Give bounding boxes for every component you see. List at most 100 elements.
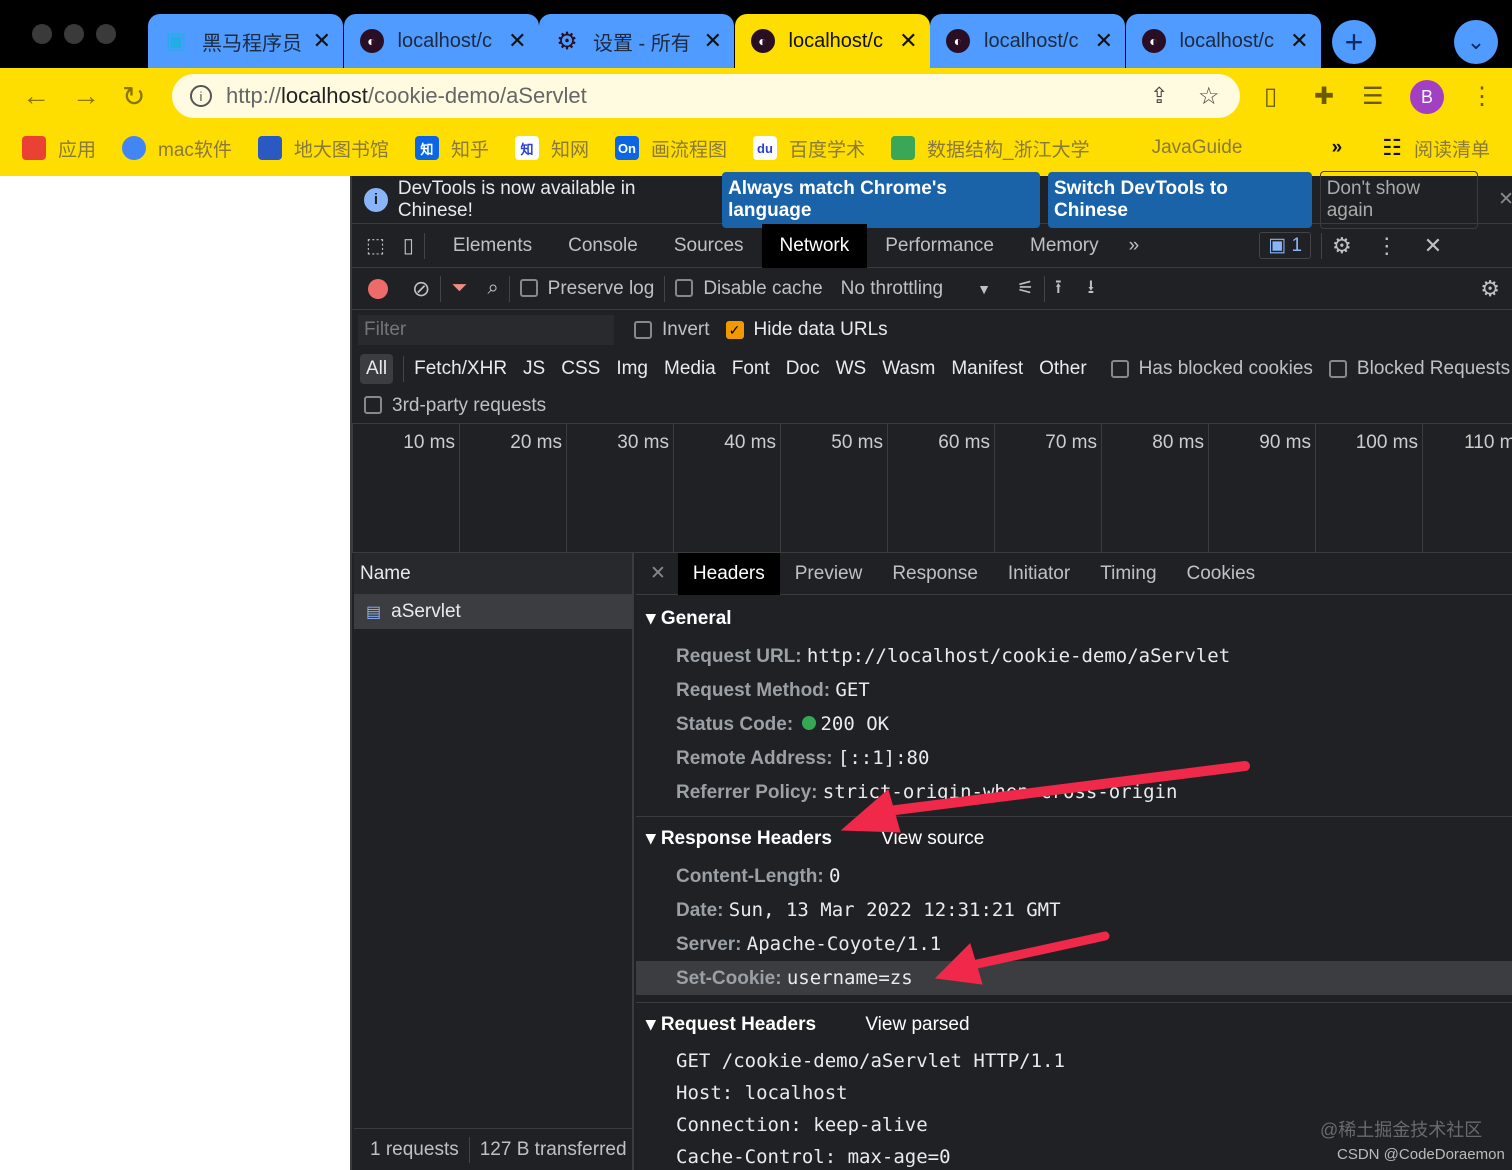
tab-search-button[interactable]: ⌄	[1454, 20, 1498, 64]
browser-tab[interactable]: ◐ localhost/c ✕	[734, 14, 930, 68]
filter-input[interactable]	[358, 315, 614, 345]
detail-tab-initiator[interactable]: Initiator	[993, 553, 1085, 595]
panel-tab-memory[interactable]: Memory	[1012, 224, 1117, 268]
type-filter[interactable]: Font	[732, 358, 770, 380]
reading-list-button[interactable]: ☷ 阅读清单	[1382, 135, 1490, 162]
type-filter[interactable]: Wasm	[882, 358, 935, 380]
bookmark-item[interactable]: 知知网	[514, 135, 589, 162]
third-party-checkbox[interactable]: 3rd-party requests	[364, 395, 546, 417]
forward-icon[interactable]: →	[72, 80, 100, 112]
header-value[interactable]: Sun, 13 Mar 2022 12:31:21 GMT	[729, 899, 1061, 921]
search-icon[interactable]: ⌕	[487, 277, 498, 300]
type-filter[interactable]: Doc	[786, 358, 820, 380]
import-har-icon[interactable]: ⭱	[1055, 273, 1062, 305]
address-bar[interactable]: i http://localhost/cookie-demo/aServlet …	[172, 74, 1240, 118]
hide-data-urls-checkbox[interactable]: ✓ Hide data URLs	[725, 319, 888, 341]
network-conditions-icon[interactable]: ⚟	[1017, 277, 1034, 300]
type-filter[interactable]: Media	[664, 358, 716, 380]
bookmark-item[interactable]: 应用	[22, 135, 96, 162]
bookmark-item[interactable]: du 百度学术	[752, 135, 865, 162]
site-info-icon[interactable]: i	[190, 85, 212, 107]
close-tab-icon[interactable]: ✕	[1095, 28, 1113, 54]
export-har-icon[interactable]: ⭳	[1088, 273, 1095, 305]
disable-cache-checkbox[interactable]: Disable cache	[675, 278, 823, 300]
close-devtools-icon[interactable]: ✕	[1424, 233, 1442, 259]
name-column-header[interactable]: Name	[354, 553, 632, 595]
bookmark-star-icon[interactable]: ☆	[1198, 82, 1220, 111]
panel-tab-console[interactable]: Console	[550, 224, 656, 268]
response-headers-section-header[interactable]: ▾ Response Headers View source	[636, 827, 1512, 850]
menu-kebab-icon[interactable]: ⋮	[1470, 82, 1494, 111]
match-language-button[interactable]: Always match Chrome's language	[722, 171, 1040, 228]
bookmark-item[interactable]: On 画流程图	[614, 135, 727, 162]
detail-tab-headers[interactable]: Headers	[677, 552, 780, 595]
back-icon[interactable]: ←	[22, 80, 50, 112]
panel-tab-performance[interactable]: Performance	[867, 224, 1012, 268]
general-section-header[interactable]: ▾ General	[636, 607, 1512, 630]
type-filter[interactable]: All	[360, 354, 394, 384]
header-value[interactable]: GET	[835, 679, 869, 701]
profile-avatar[interactable]: B	[1410, 80, 1444, 114]
close-window-button[interactable]	[32, 24, 52, 44]
close-infobar-icon[interactable]: ✕	[1498, 188, 1512, 211]
close-tab-icon[interactable]: ✕	[508, 28, 526, 54]
header-value[interactable]: strict-origin-when-cross-origin	[823, 781, 1178, 803]
panel-tab-network[interactable]: Network	[761, 223, 868, 268]
device-toolbar-icon[interactable]: ▯	[403, 233, 414, 258]
invert-checkbox[interactable]: Invert	[634, 319, 710, 341]
more-bookmarks-button[interactable]: »	[1332, 137, 1343, 159]
header-value[interactable]: http://localhost/cookie-demo/aServlet	[807, 645, 1230, 667]
bookmark-item[interactable]: 知知乎	[414, 135, 489, 162]
panel-tab-elements[interactable]: Elements	[435, 224, 550, 268]
close-tab-icon[interactable]: ✕	[313, 28, 331, 54]
bookmark-item[interactable]: mac软件	[122, 135, 232, 162]
clear-icon[interactable]: ⊘	[412, 276, 430, 302]
type-filter[interactable]: Other	[1039, 358, 1087, 380]
request-headers-section-header[interactable]: ▾ Request Headers View parsed	[636, 1013, 1512, 1036]
type-filter[interactable]: CSS	[561, 358, 600, 380]
view-source-link[interactable]: View source	[881, 828, 984, 849]
dont-show-again-button[interactable]: Don't show again	[1319, 170, 1479, 229]
type-filter[interactable]: Img	[616, 358, 648, 380]
throttling-select[interactable]: No throttling ▼	[841, 278, 991, 300]
header-value[interactable]: 200 OK	[820, 713, 889, 735]
has-blocked-cookies-checkbox[interactable]: Has blocked cookies	[1110, 358, 1313, 380]
filter-funnel-icon[interactable]: ⏷	[451, 277, 467, 300]
browser-tab[interactable]: ◐ localhost/c ✕	[1125, 14, 1321, 68]
close-tab-icon[interactable]: ✕	[704, 28, 722, 54]
bookmark-item[interactable]: 地大图书馆	[257, 135, 389, 162]
zoom-window-button[interactable]	[96, 24, 116, 44]
browser-tab[interactable]: ▣ 黑马程序员 ✕	[148, 14, 343, 68]
close-tab-icon[interactable]: ✕	[899, 28, 917, 54]
type-filter[interactable]: Manifest	[951, 358, 1023, 380]
type-filter[interactable]: Fetch/XHR	[414, 358, 507, 380]
media-queue-icon[interactable]: ☰	[1362, 82, 1384, 111]
browser-tab[interactable]: ◐ localhost/c ✕	[930, 14, 1125, 68]
header-value[interactable]: [::1]:80	[838, 747, 930, 769]
devtools-menu-icon[interactable]: ⋮	[1376, 233, 1398, 259]
page-extension-icon[interactable]: ▯	[1264, 82, 1277, 111]
header-value[interactable]: Apache-Coyote/1.1	[747, 933, 941, 955]
type-filter[interactable]: JS	[523, 358, 545, 380]
bookmark-item[interactable]: JavaGuide	[1116, 136, 1243, 160]
preserve-log-checkbox[interactable]: Preserve log	[519, 278, 654, 300]
detail-tab-cookies[interactable]: Cookies	[1172, 553, 1271, 595]
switch-devtools-chinese-button[interactable]: Switch DevTools to Chinese	[1048, 171, 1312, 228]
browser-tab[interactable]: ◐ localhost/c ✕	[343, 14, 539, 68]
view-parsed-link[interactable]: View parsed	[865, 1014, 969, 1035]
issues-button[interactable]: ▣ 1	[1259, 232, 1312, 259]
panel-tab-sources[interactable]: Sources	[656, 224, 762, 268]
share-icon[interactable]: ⇪	[1150, 83, 1168, 109]
record-button[interactable]	[368, 278, 388, 299]
new-tab-button[interactable]: +	[1332, 20, 1376, 64]
bookmark-item[interactable]: 数据结构_浙江大学	[891, 135, 1090, 162]
extensions-puzzle-icon[interactable]: ✚	[1314, 82, 1334, 111]
network-settings-gear-icon[interactable]: ⚙	[1480, 276, 1500, 302]
header-value[interactable]: 0	[829, 865, 840, 887]
blocked-requests-checkbox[interactable]: Blocked Requests	[1328, 358, 1510, 380]
settings-gear-icon[interactable]: ⚙	[1332, 233, 1352, 259]
minimize-window-button[interactable]	[64, 24, 84, 44]
inspect-element-icon[interactable]: ⬚	[366, 233, 385, 258]
detail-tab-timing[interactable]: Timing	[1085, 553, 1171, 595]
reload-icon[interactable]: ↻	[122, 80, 145, 113]
